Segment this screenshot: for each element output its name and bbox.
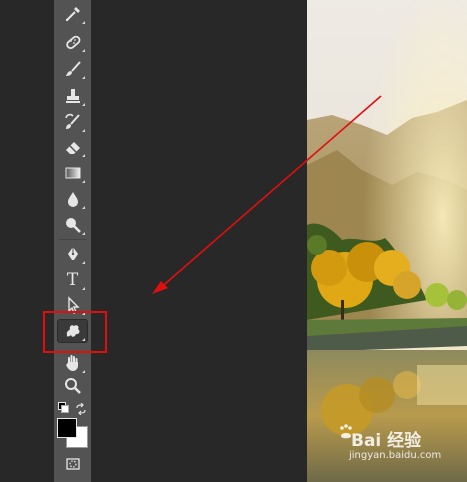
watermark: Bai 经验 jingyan.baidu.com xyxy=(337,418,465,464)
watermark-url: jingyan.baidu.com xyxy=(349,450,442,461)
annotation-arrow xyxy=(152,95,382,294)
watermark-main: Bai 经验 xyxy=(351,431,422,451)
